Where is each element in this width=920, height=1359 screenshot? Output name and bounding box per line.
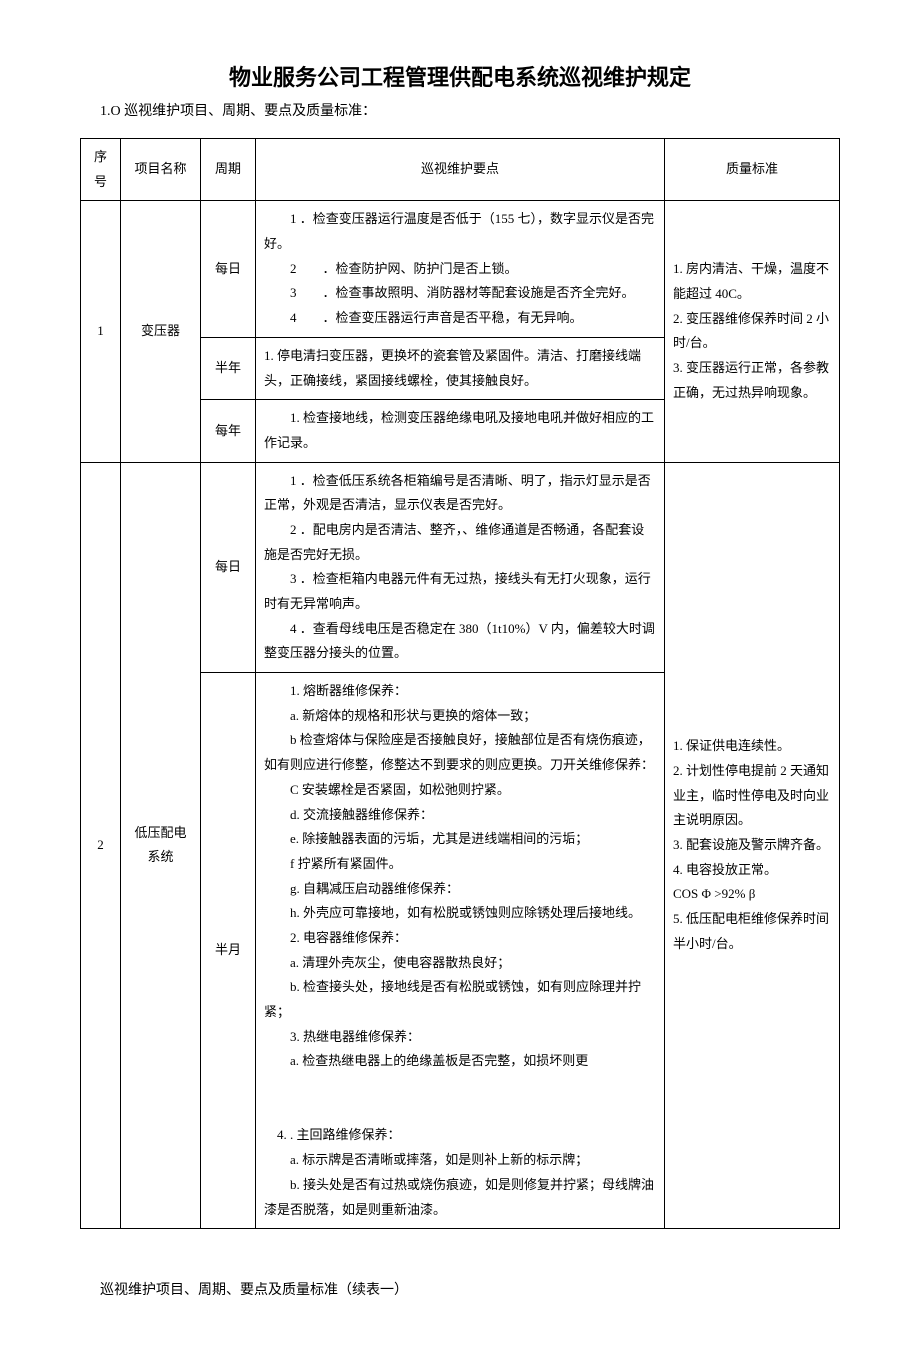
header-seq: 序号: [81, 139, 121, 201]
cell-seq: 1: [81, 201, 121, 462]
cell-points: 1. 停电清扫变压器，更换坏的瓷套管及紧固件。清洁、打磨接线端头，正确接线，紧固…: [256, 337, 665, 399]
cell-period: 每日: [201, 462, 256, 673]
header-standard: 质量标准: [665, 139, 840, 201]
cell-standard: 1. 房内清洁、干燥，温度不能超过 40C。2. 变压器维修保养时间 2 小时/…: [665, 201, 840, 462]
header-name: 项目名称: [121, 139, 201, 201]
cell-standard: 1. 保证供电连续性。2. 计划性停电提前 2 天通知业主，临时性停电及时向业主…: [665, 462, 840, 1229]
page-title: 物业服务公司工程管理供配电系统巡视维护规定: [80, 60, 840, 92]
cell-points: 1. 熔断器维修保养： a. 新熔体的规格和形状与更换的熔体一致； b 检查熔体…: [256, 673, 665, 1229]
maintenance-table: 序号 项目名称 周期 巡视维护要点 质量标准 1 变压器 每日 1 ．检查变压器…: [80, 138, 840, 1229]
cell-name: 低压配电系统: [121, 462, 201, 1229]
cell-period: 半年: [201, 337, 256, 399]
header-period: 周期: [201, 139, 256, 201]
footer-note: 巡视维护项目、周期、要点及质量标准（续表一）: [100, 1279, 840, 1299]
cell-points: 1. 检查接地线，检测变压器绝缘电吼及接地电吼并做好相应的工作记录。: [256, 400, 665, 462]
cell-period: 半月: [201, 673, 256, 1229]
table-header-row: 序号 项目名称 周期 巡视维护要点 质量标准: [81, 139, 840, 201]
cell-name: 变压器: [121, 201, 201, 462]
header-points: 巡视维护要点: [256, 139, 665, 201]
page-subtitle: 1.O 巡视维护项目、周期、要点及质量标准：: [100, 100, 840, 120]
cell-points: 1 ．检查变压器运行温度是否低于（155 七），数字显示仪是否完好。 2 ．检查…: [256, 201, 665, 337]
cell-period: 每年: [201, 400, 256, 462]
table-row: 1 变压器 每日 1 ．检查变压器运行温度是否低于（155 七），数字显示仪是否…: [81, 201, 840, 337]
cell-seq: 2: [81, 462, 121, 1229]
table-row: 2 低压配电系统 每日 1 ．检查低压系统各柜箱编号是否清晰、明了，指示灯显示是…: [81, 462, 840, 673]
cell-period: 每日: [201, 201, 256, 337]
cell-points: 1 ．检查低压系统各柜箱编号是否清晰、明了，指示灯显示是否正常，外观是否清洁，显…: [256, 462, 665, 673]
